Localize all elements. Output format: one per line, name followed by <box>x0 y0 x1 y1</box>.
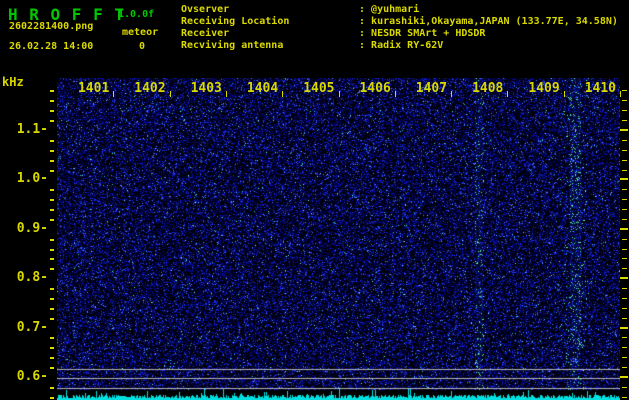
info-row-separator: : <box>359 4 372 15</box>
info-row-label: Recviving antenna <box>181 40 284 51</box>
y-axis-minor-tick <box>50 150 54 152</box>
y-axis-right-minor-tick <box>622 170 627 171</box>
y-axis-right-minor-tick <box>622 239 627 240</box>
y-axis-right-minor-tick <box>622 249 627 250</box>
y-axis-right-minor-tick <box>622 120 627 121</box>
y-axis-minor-tick <box>50 268 54 270</box>
meteor-count: 0 <box>138 41 146 52</box>
hrofft-screen: H R O F F T 1.0.0f 2602281400.png meteor… <box>0 0 629 400</box>
y-axis-minor-tick <box>50 110 54 112</box>
y-axis-minor-tick <box>50 318 54 320</box>
datetime-label: 26.02.28 14:00 <box>9 41 94 52</box>
info-row-label: Ovserver <box>181 4 230 15</box>
info-row-separator: : <box>359 40 372 51</box>
info-row-label: Receiver <box>181 28 230 39</box>
y-axis-right-major-tick <box>620 327 628 329</box>
y-axis-right-major-tick <box>620 178 628 180</box>
y-axis-minor-tick <box>50 199 54 201</box>
info-row-label: Receiving Location <box>181 16 290 27</box>
y-axis-right-major-tick <box>620 376 628 378</box>
y-axis-label: 0.6- <box>16 369 48 384</box>
info-row: Receiving Location: kurashiki,Okayama,JA… <box>181 16 618 28</box>
y-axis-minor-tick <box>50 337 54 339</box>
y-axis-right-minor-tick <box>622 160 627 161</box>
y-axis-right-minor-tick <box>622 199 627 200</box>
y-axis-minor-tick <box>50 100 54 102</box>
y-axis-minor-tick <box>50 209 54 211</box>
info-row-separator: : <box>359 28 372 39</box>
y-axis-minor-tick <box>50 249 54 251</box>
y-axis-minor-tick <box>50 170 54 172</box>
info-row-value: kurashiki,Okayama,JAPAN (133.77E, 34.58N… <box>371 16 618 27</box>
y-axis-right-minor-tick <box>622 209 627 210</box>
y-axis-unit-label: kHz <box>2 75 24 89</box>
y-axis-right-major-tick <box>620 129 628 131</box>
y-axis-right-minor-tick <box>622 219 627 220</box>
output-filename: 2602281400.png <box>9 21 94 32</box>
y-axis-right-minor-tick <box>622 258 627 259</box>
y-axis-minor-tick <box>50 308 54 310</box>
info-row: Ovserver: @yuhmari <box>181 4 618 16</box>
y-axis-right-minor-tick <box>622 308 627 309</box>
mode-label: meteor <box>122 27 159 38</box>
y-axis-minor-tick <box>50 298 54 300</box>
y-axis-minor-tick <box>50 258 54 260</box>
y-axis-right-minor-tick <box>622 268 627 269</box>
y-axis-right-minor-tick <box>622 387 627 388</box>
info-row-value: Radix RY-62V <box>371 40 444 51</box>
spectrogram-canvas <box>57 78 620 400</box>
y-axis-minor-tick <box>50 397 54 399</box>
station-info-block: Ovserver: @yuhmari Receiving Location: ku… <box>181 4 618 52</box>
y-axis-minor-tick <box>50 189 54 191</box>
y-axis-right-minor-tick <box>622 189 627 190</box>
y-axis-right-minor-tick <box>622 110 627 111</box>
y-axis-minor-tick <box>50 347 54 349</box>
info-row: Receiver: NESDR SMArt + HDSDR <box>181 28 618 40</box>
app-version: 1.0.0f <box>118 9 155 20</box>
y-axis-right-minor-tick <box>622 357 627 358</box>
y-axis-minor-tick <box>50 140 54 142</box>
y-axis-right-minor-tick <box>622 288 627 289</box>
y-axis-minor-tick <box>50 90 54 92</box>
x-axis-tick <box>620 91 621 97</box>
info-row-value: @yuhmari <box>371 4 420 15</box>
y-axis-right-minor-tick <box>622 90 627 91</box>
y-axis-right-minor-tick <box>622 347 627 348</box>
info-row-separator: : <box>359 16 372 27</box>
y-axis-label: 1.0- <box>16 171 48 187</box>
info-row-value: NESDR SMArt + HDSDR <box>371 28 486 39</box>
y-axis-right-minor-tick <box>622 337 627 338</box>
y-axis-minor-tick <box>50 387 54 389</box>
y-axis-minor-tick <box>50 367 54 369</box>
y-axis-minor-tick <box>50 288 54 290</box>
y-axis-right-minor-tick <box>622 367 627 368</box>
y-axis-right-minor-tick <box>622 397 627 398</box>
info-row: Recviving antenna: Radix RY-62V <box>181 40 618 52</box>
y-axis-label: 0.7- <box>16 319 48 335</box>
y-axis-right-minor-tick <box>622 100 627 101</box>
y-axis-minor-tick <box>50 239 54 241</box>
y-axis-right-major-tick <box>620 228 628 230</box>
y-axis-label: 0.9- <box>16 220 48 236</box>
y-axis-right-minor-tick <box>622 318 627 319</box>
y-axis-minor-tick <box>50 160 54 162</box>
y-axis-label: 0.8- <box>16 270 48 286</box>
y-axis-minor-tick <box>50 120 54 122</box>
y-axis-right-minor-tick <box>622 150 627 151</box>
y-axis-right-minor-tick <box>622 298 627 299</box>
y-axis-right-major-tick <box>620 277 628 279</box>
y-axis-right-minor-tick <box>622 140 627 141</box>
y-axis-minor-tick <box>50 219 54 221</box>
y-axis-label: 1.1- <box>16 122 48 137</box>
y-axis-minor-tick <box>50 357 54 359</box>
